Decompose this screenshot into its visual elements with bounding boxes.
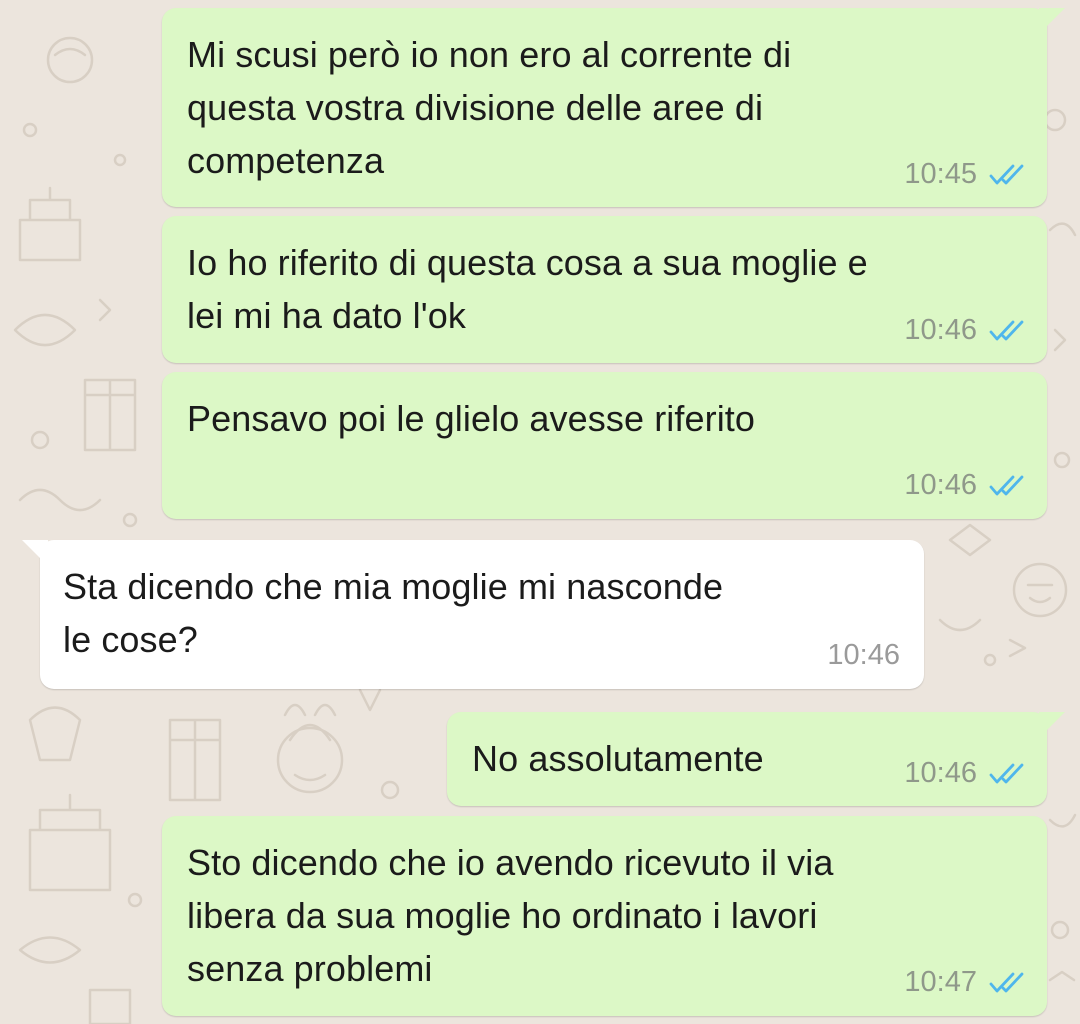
message-line: Sto dicendo che io avendo ricevuto il vi… — [187, 842, 834, 883]
double-tick-read-icon — [989, 972, 1024, 992]
message-line: libera da sua moglie ho ordinato i lavor… — [187, 895, 818, 936]
bubble-tail — [1039, 712, 1065, 738]
double-tick-read-icon — [989, 475, 1024, 495]
message-line: Sta dicendo che mia moglie mi nasconde — [63, 566, 724, 607]
message-timestamp: 10:45 — [904, 158, 977, 190]
double-tick-read-icon — [989, 320, 1024, 340]
bubble-tail — [1039, 8, 1065, 34]
message-timestamp: 10:47 — [904, 966, 977, 998]
message-timestamp: 10:46 — [904, 757, 977, 789]
double-tick-read-icon — [989, 164, 1024, 184]
message-timestamp: 10:46 — [904, 469, 977, 501]
message-line: Pensavo poi le glielo avesse riferito — [187, 398, 756, 439]
message-line: Io ho riferito di questa cosa a sua mogl… — [187, 242, 868, 283]
message-bubble-outgoing[interactable]: No assolutamente 10:46 — [447, 712, 1065, 806]
message-line: Mi scusi però io non ero al corrente di — [187, 34, 792, 75]
message-timestamp: 10:46 — [904, 314, 977, 346]
message-text: Io ho riferito di questa cosa a sua mogl… — [187, 236, 868, 342]
message-bubble-outgoing[interactable]: Io ho riferito di questa cosa a sua mogl… — [162, 216, 1047, 363]
message-text: Sto dicendo che io avendo ricevuto il vi… — [187, 836, 834, 995]
message-line: senza problemi — [187, 948, 433, 989]
message-bubble-outgoing[interactable]: Mi scusi però io non ero al corrente di … — [162, 8, 1065, 207]
double-tick-read-icon — [989, 763, 1024, 783]
message-line: le cose? — [63, 619, 198, 660]
message-line: questa vostra divisione delle aree di — [187, 87, 764, 128]
message-line: competenza — [187, 140, 385, 181]
message-text: Pensavo poi le glielo avesse riferito — [187, 392, 755, 445]
message-text: Mi scusi però io non ero al corrente di … — [187, 28, 791, 187]
message-timestamp: 10:46 — [827, 639, 900, 671]
message-line: No assolutamente — [472, 738, 764, 779]
bubble-tail — [22, 540, 48, 566]
message-line: lei mi ha dato l'ok — [187, 295, 466, 336]
message-bubble-outgoing[interactable]: Pensavo poi le glielo avesse riferito 10… — [162, 372, 1047, 519]
message-text: No assolutamente — [472, 732, 764, 785]
message-text: Sta dicendo che mia moglie mi nasconde l… — [63, 560, 723, 666]
message-bubble-incoming[interactable]: Sta dicendo che mia moglie mi nasconde l… — [22, 540, 924, 689]
message-bubble-outgoing[interactable]: Sto dicendo che io avendo ricevuto il vi… — [162, 816, 1047, 1016]
